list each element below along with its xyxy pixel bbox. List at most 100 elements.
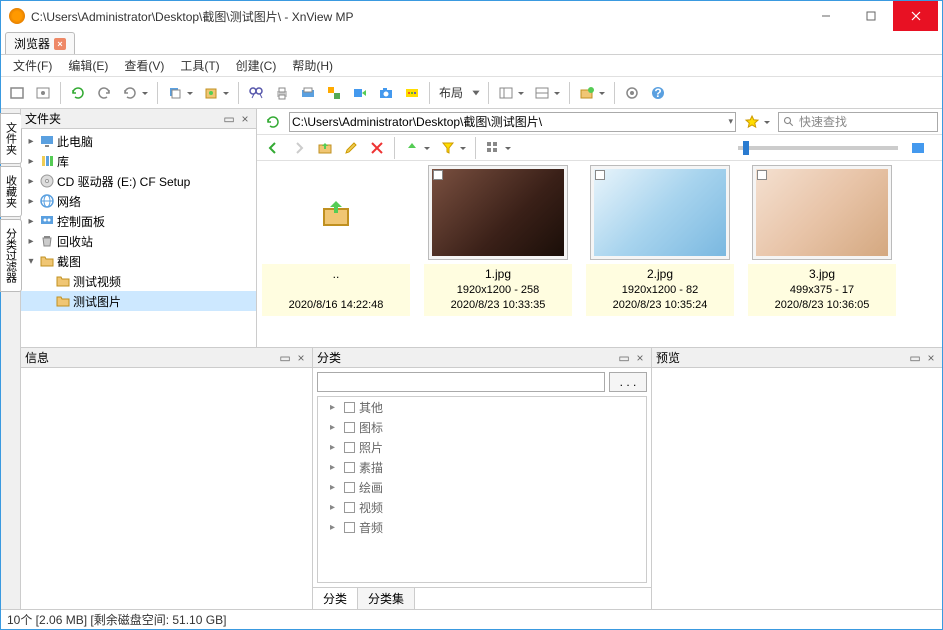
thumb-item[interactable]: 1.jpg1920x1200 - 2582020/8/23 10:33:35	[423, 165, 573, 316]
panel-close-icon[interactable]: ×	[924, 351, 938, 365]
back-icon[interactable]	[261, 136, 285, 160]
address-input[interactable]: C:\Users\Administrator\Desktop\截图\测试图片\ …	[289, 112, 736, 132]
rotate-left-icon[interactable]	[92, 81, 116, 105]
refresh-icon[interactable]	[66, 81, 90, 105]
tab-categories[interactable]: 分类	[313, 588, 358, 609]
menu-file[interactable]: 文件(F)	[5, 57, 60, 74]
panel-float-icon[interactable]: ▭	[617, 351, 631, 365]
tree-node[interactable]: ▸此电脑	[21, 131, 256, 151]
tree-node[interactable]: 测试图片	[21, 291, 256, 311]
rotate-right-icon[interactable]	[118, 81, 152, 105]
menu-tools[interactable]: 工具(T)	[172, 57, 227, 74]
panel-icon[interactable]	[494, 81, 528, 105]
category-checkbox[interactable]	[344, 522, 355, 533]
fullscreen-icon[interactable]	[5, 81, 29, 105]
close-button[interactable]	[893, 1, 938, 31]
transform-icon[interactable]	[322, 81, 346, 105]
thumb-date: 2020/8/23 10:33:35	[428, 298, 568, 313]
panel-float-icon[interactable]: ▭	[278, 351, 292, 365]
print-icon[interactable]	[270, 81, 294, 105]
panel-float-icon[interactable]: ▭	[222, 112, 236, 126]
sort-asc-icon[interactable]	[400, 136, 434, 160]
minimize-button[interactable]	[803, 1, 848, 31]
view-mode-icon[interactable]	[481, 136, 515, 160]
chevron-down-icon[interactable]: ▾	[728, 116, 733, 127]
panel2-icon[interactable]	[530, 81, 564, 105]
search-box[interactable]: 快速查找	[778, 112, 938, 132]
edit-icon[interactable]	[339, 136, 363, 160]
paste-icon[interactable]	[199, 81, 233, 105]
sidetab-favorites[interactable]: 收藏夹	[0, 166, 22, 217]
tree-node[interactable]: 测试视频	[21, 271, 256, 291]
folders-title: 文件夹	[25, 110, 61, 127]
thumb-item[interactable]: 3.jpg499x375 - 172020/8/23 10:36:05	[747, 165, 897, 316]
thumbnail-size-slider[interactable]	[738, 146, 898, 150]
cpl-icon	[39, 213, 55, 229]
copy-icon[interactable]	[163, 81, 197, 105]
category-filter-button[interactable]: . . .	[609, 372, 647, 392]
find-icon[interactable]	[244, 81, 268, 105]
tree-node[interactable]: ▸库	[21, 151, 256, 171]
category-item[interactable]: ▸图标	[318, 417, 646, 437]
thumb-updir[interactable]: .. 2020/8/16 14:22:48	[261, 165, 411, 316]
layout-dropdown[interactable]	[469, 81, 483, 105]
fit-icon[interactable]	[31, 81, 55, 105]
tree-node[interactable]: ▸网络	[21, 191, 256, 211]
panel-close-icon[interactable]: ×	[238, 112, 252, 126]
sidetab-catfilter[interactable]: 分类过滤器	[0, 219, 22, 292]
tab-browser[interactable]: 浏览器 ×	[5, 32, 75, 54]
category-item[interactable]: ▸其他	[318, 397, 646, 417]
category-item[interactable]: ▸视频	[318, 497, 646, 517]
expand-icon[interactable]	[906, 136, 930, 160]
tab-category-sets[interactable]: 分类集	[358, 588, 415, 609]
category-filter-input[interactable]	[317, 372, 605, 392]
panel-float-icon[interactable]: ▭	[908, 351, 922, 365]
category-item[interactable]: ▸素描	[318, 457, 646, 477]
menu-edit[interactable]: 编辑(E)	[60, 57, 116, 74]
favorite-icon[interactable]	[740, 110, 774, 134]
camera-icon[interactable]	[374, 81, 398, 105]
newfolder-icon[interactable]	[575, 81, 609, 105]
category-checkbox[interactable]	[344, 422, 355, 433]
sidetab-folders[interactable]: 文件夹	[0, 113, 22, 164]
folder-tree[interactable]: ▸此电脑▸库▸CD 驱动器 (E:) CF Setup▸网络▸控制面板▸回收站▾…	[21, 129, 256, 347]
tree-node[interactable]: ▾截图	[21, 251, 256, 271]
palette-icon[interactable]	[400, 81, 424, 105]
category-item[interactable]: ▸绘画	[318, 477, 646, 497]
delete-icon[interactable]	[365, 136, 389, 160]
tab-close-button[interactable]: ×	[54, 38, 66, 50]
category-item[interactable]: ▸音频	[318, 517, 646, 537]
category-label: 素描	[359, 459, 383, 476]
thumbnail-area[interactable]: .. 2020/8/16 14:22:481.jpg1920x1200 - 25…	[257, 161, 942, 347]
filter-icon[interactable]	[436, 136, 470, 160]
reload-icon[interactable]	[261, 110, 285, 134]
menu-create[interactable]: 创建(C)	[228, 57, 285, 74]
thumb-checkbox[interactable]	[595, 170, 605, 180]
maximize-button[interactable]	[848, 1, 893, 31]
convert-icon[interactable]	[348, 81, 372, 105]
thumb-checkbox[interactable]	[433, 170, 443, 180]
help-icon[interactable]: ?	[646, 81, 670, 105]
settings-icon[interactable]	[620, 81, 644, 105]
panel-close-icon[interactable]: ×	[633, 351, 647, 365]
category-item[interactable]: ▸照片	[318, 437, 646, 457]
tree-node[interactable]: ▸回收站	[21, 231, 256, 251]
scan-icon[interactable]	[296, 81, 320, 105]
preview-title: 预览	[656, 349, 680, 366]
category-checkbox[interactable]	[344, 442, 355, 453]
forward-icon[interactable]	[287, 136, 311, 160]
thumb-item[interactable]: 2.jpg1920x1200 - 822020/8/23 10:35:24	[585, 165, 735, 316]
search-placeholder: 快速查找	[799, 113, 847, 130]
menu-view[interactable]: 查看(V)	[116, 57, 172, 74]
panel-close-icon[interactable]: ×	[294, 351, 308, 365]
category-checkbox[interactable]	[344, 402, 355, 413]
thumb-checkbox[interactable]	[757, 170, 767, 180]
tree-node[interactable]: ▸控制面板	[21, 211, 256, 231]
category-checkbox[interactable]	[344, 502, 355, 513]
up-folder-icon[interactable]	[313, 136, 337, 160]
category-checkbox[interactable]	[344, 462, 355, 473]
menu-help[interactable]: 帮助(H)	[284, 57, 341, 74]
category-checkbox[interactable]	[344, 482, 355, 493]
category-list[interactable]: ▸其他▸图标▸照片▸素描▸绘画▸视频▸音频	[317, 396, 647, 583]
tree-node[interactable]: ▸CD 驱动器 (E:) CF Setup	[21, 171, 256, 191]
